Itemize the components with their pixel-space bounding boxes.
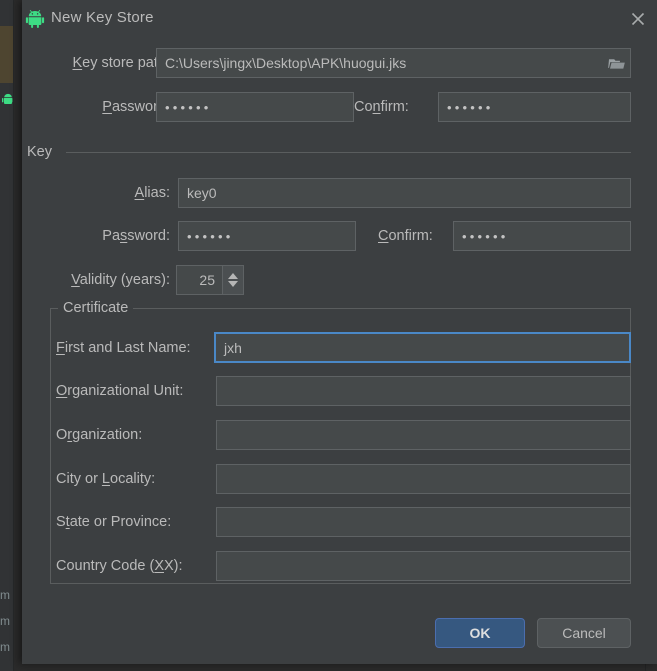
cert-first-last-name-value: jxh: [224, 339, 242, 356]
key-store-password-label: Password:: [102, 99, 170, 115]
chevron-up-icon[interactable]: [228, 273, 238, 279]
cert-city-locality-label: City or Locality:: [56, 471, 156, 487]
cert-state-province-label: State or Province:: [56, 514, 172, 530]
background-text-fragment: m: [0, 588, 10, 602]
dialog-titlebar: New Key Store: [22, 0, 657, 38]
key-store-password-value: ••••••: [165, 99, 212, 115]
key-password-input[interactable]: ••••••: [178, 221, 356, 251]
cert-state-province-input[interactable]: [216, 507, 631, 537]
key-store-password-input[interactable]: ••••••: [156, 92, 354, 122]
key-alias-value: key0: [187, 185, 217, 201]
cert-organization-input[interactable]: [216, 420, 631, 450]
key-store-confirm-input[interactable]: ••••••: [438, 92, 631, 122]
key-validity-label: Validity (years):: [71, 272, 170, 288]
folder-icon[interactable]: [604, 49, 630, 77]
key-confirm-input[interactable]: ••••••: [453, 221, 631, 251]
cert-city-locality-input[interactable]: [216, 464, 631, 494]
certificate-group-legend: Certificate: [58, 300, 134, 316]
key-password-label: Password:: [102, 228, 170, 244]
cancel-button[interactable]: Cancel: [537, 618, 631, 648]
key-store-path-label: Key store path:: [72, 55, 170, 71]
dialog-title: New Key Store: [51, 9, 154, 26]
cert-organization-label: Organization:: [56, 427, 143, 443]
key-alias-input[interactable]: key0: [178, 178, 631, 208]
validity-stepper[interactable]: 25: [176, 265, 244, 295]
new-key-store-dialog: New Key Store Key store path: C:\Users\j…: [22, 0, 657, 664]
key-group-separator: [66, 152, 631, 153]
validity-value[interactable]: 25: [177, 266, 222, 294]
key-alias-label: Alias:: [134, 185, 170, 201]
key-store-path-value: C:\Users\jingx\Desktop\APK\huogui.jks: [165, 55, 407, 71]
close-icon[interactable]: [627, 8, 649, 30]
validity-stepper-buttons[interactable]: [222, 266, 243, 294]
background-text-fragment: m: [0, 614, 10, 628]
key-confirm-label: Confirm:: [378, 228, 433, 244]
cert-first-last-name-label: First and Last Name:: [56, 340, 191, 356]
screenshot-root: m m m New Key Store Key store path: C:\U…: [0, 0, 657, 671]
cert-organizational-unit-label: Organizational Unit:: [56, 383, 184, 399]
chevron-down-icon[interactable]: [228, 281, 238, 287]
cert-organizational-unit-input[interactable]: [216, 376, 631, 406]
key-store-confirm-value: ••••••: [447, 99, 494, 115]
cert-first-last-name-input[interactable]: jxh: [214, 332, 631, 363]
key-password-value: ••••••: [187, 228, 234, 244]
cert-country-code-label: Country Code (XX):: [56, 558, 183, 574]
cert-country-code-input[interactable]: [216, 551, 631, 581]
key-confirm-value: ••••••: [462, 228, 509, 244]
ok-button[interactable]: OK: [435, 618, 525, 648]
background-text-fragment: m: [0, 640, 10, 654]
android-icon: [25, 9, 45, 29]
key-store-path-input[interactable]: C:\Users\jingx\Desktop\APK\huogui.jks: [156, 48, 631, 78]
key-group-title: Key: [22, 144, 57, 160]
key-store-confirm-label: Confirm:: [354, 99, 409, 115]
